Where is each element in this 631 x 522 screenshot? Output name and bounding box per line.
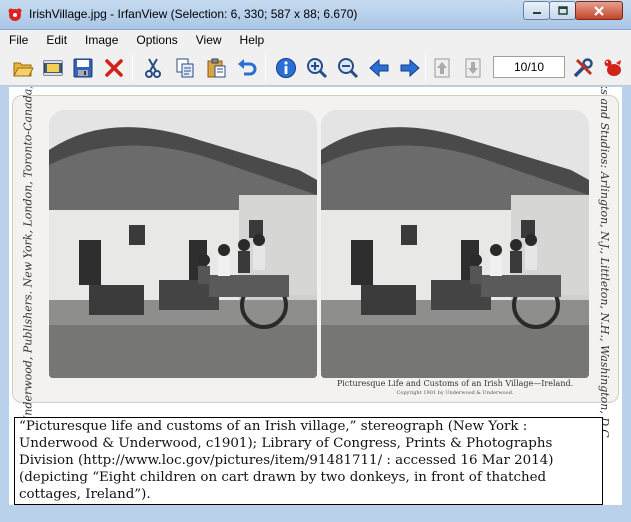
window-title-separator: - <box>106 7 118 21</box>
stereograph-card: Underwood & Underwood, Publishers. New Y… <box>12 87 619 505</box>
card-caption: Picturesque Life and Customs of an Irish… <box>336 379 574 388</box>
copy-button[interactable] <box>172 56 198 80</box>
delete-button[interactable] <box>101 56 127 80</box>
next-icon <box>400 58 420 78</box>
stereo-photo-right <box>321 110 589 378</box>
toolbar-separator <box>425 55 426 81</box>
info-icon <box>276 58 296 78</box>
irfanview-logo-icon <box>604 59 621 76</box>
maximize-button[interactable] <box>549 1 576 20</box>
irfanview-app-icon[interactable] <box>7 7 23 23</box>
window-bottom-border <box>0 507 631 522</box>
menu-bar: File Edit Image Options View Help <box>0 30 631 50</box>
cut-button[interactable] <box>140 56 166 80</box>
stereo-photo-left <box>49 110 317 378</box>
settings-icon <box>573 58 593 78</box>
zoom-in-button[interactable] <box>304 56 330 80</box>
close-icon <box>594 5 604 16</box>
close-button[interactable] <box>575 1 623 20</box>
settings-button[interactable] <box>570 56 596 80</box>
page-up-button[interactable] <box>429 56 455 80</box>
open-icon <box>13 62 34 77</box>
paste-button[interactable] <box>203 56 229 80</box>
window-title: IrishVillage.jpg - IrfanView (Selection:… <box>29 7 357 21</box>
open-button[interactable] <box>10 56 36 80</box>
previous-button[interactable] <box>366 56 392 80</box>
undo-button[interactable] <box>234 56 260 80</box>
cut-icon <box>145 58 161 78</box>
previous-icon <box>369 58 389 78</box>
next-button[interactable] <box>397 56 423 80</box>
toolbar-separator <box>265 55 266 81</box>
window-filename: IrishVillage.jpg <box>29 7 107 21</box>
slideshow-button[interactable] <box>40 56 66 80</box>
page-down-icon <box>465 58 481 78</box>
copy-icon <box>176 58 194 78</box>
menu-image[interactable]: Image <box>85 33 118 47</box>
menu-options[interactable]: Options <box>136 33 177 47</box>
card-studios-text: Works and Studios: Arlington, N.J., Litt… <box>597 87 611 441</box>
image-caption-selection[interactable]: “Picturesque life and customs of an Iris… <box>14 417 603 505</box>
save-button[interactable] <box>70 56 96 80</box>
menu-file[interactable]: File <box>9 33 28 47</box>
menu-view[interactable]: View <box>196 33 222 47</box>
toolbar-separator <box>132 55 133 81</box>
paste-icon <box>207 58 226 78</box>
slideshow-icon <box>43 60 63 76</box>
window-title-details: IrfanView (Selection: 6, 330; 587 x 88; … <box>117 7 358 21</box>
title-bar[interactable]: IrishVillage.jpg - IrfanView (Selection:… <box>0 0 631 30</box>
info-button[interactable] <box>273 56 299 80</box>
undo-icon <box>238 59 257 76</box>
page-down-button[interactable] <box>460 56 486 80</box>
save-icon <box>73 58 93 78</box>
minimize-button[interactable] <box>523 1 550 20</box>
zoom-out-icon <box>338 58 359 79</box>
irfanview-logo-button[interactable] <box>600 56 626 80</box>
zoom-in-icon <box>307 58 328 79</box>
card-copyright: Copyright 1901 by Underwood & Underwood. <box>396 390 514 396</box>
menu-edit[interactable]: Edit <box>46 33 67 47</box>
page-up-icon <box>434 58 450 78</box>
page-counter[interactable]: 10/10 <box>493 56 565 78</box>
zoom-out-button[interactable] <box>335 56 361 80</box>
delete-icon <box>105 59 123 77</box>
image-viewport[interactable]: Underwood & Underwood, Publishers. New Y… <box>9 87 622 505</box>
menu-help[interactable]: Help <box>240 33 265 47</box>
card-publisher-text: Underwood & Underwood, Publishers. New Y… <box>21 87 35 505</box>
minimize-icon <box>532 11 541 14</box>
maximize-icon <box>557 6 568 15</box>
toolbar: 10/10 <box>0 50 631 86</box>
